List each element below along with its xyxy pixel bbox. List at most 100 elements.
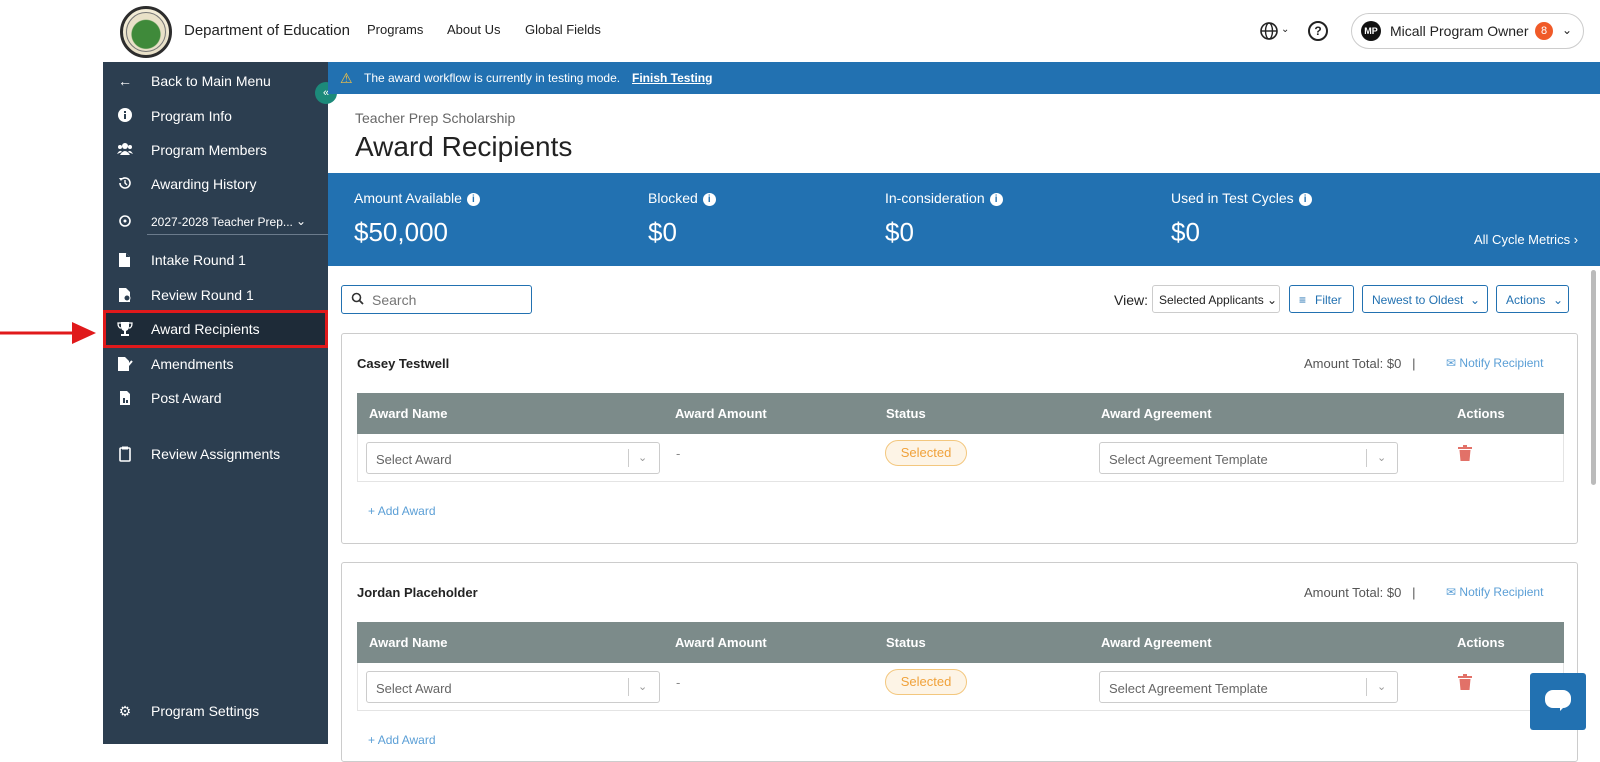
users-icon <box>117 142 133 158</box>
sidebar-item-amendments[interactable]: Amendments <box>103 347 328 381</box>
info-icon[interactable]: i <box>989 193 1003 206</box>
notify-recipient-button[interactable]: ✉ Notify Recipient <box>1446 356 1543 370</box>
sidebar-item-post-award[interactable]: Post Award <box>103 381 328 415</box>
column-header: Status <box>886 406 926 421</box>
nav-global-fields[interactable]: Global Fields <box>525 22 601 37</box>
info-icon[interactable]: i <box>466 193 480 206</box>
nav-about-us[interactable]: About Us <box>447 22 500 37</box>
metric-label-in-consideration: In-consideration i <box>885 190 1003 206</box>
view-select[interactable]: Selected Applicants ⌄ <box>1152 285 1280 313</box>
notification-badge[interactable]: 8 <box>1535 22 1553 40</box>
clipboard-icon <box>117 446 133 462</box>
table-row: Select Award ⌄ - Selected Select Agreemen… <box>357 663 1564 711</box>
help-icon[interactable]: ? <box>1308 21 1328 41</box>
sidebar-item-program-members[interactable]: Program Members <box>103 133 328 167</box>
info-icon[interactable]: i <box>702 193 716 206</box>
table-header: Award Name Award Amount Status Award Agr… <box>357 622 1564 663</box>
nav-programs[interactable]: Programs <box>367 22 423 37</box>
column-header: Award Agreement <box>1101 406 1212 421</box>
history-icon <box>117 176 133 192</box>
sidebar-item-review-round[interactable]: Review Round 1 <box>103 278 328 312</box>
chevron-down-icon: ⌄ <box>638 452 648 464</box>
select-award-dropdown[interactable]: Select Award ⌄ <box>366 671 660 703</box>
sidebar-item-label: Amendments <box>151 356 234 372</box>
envelope-icon: ✉ <box>1446 356 1457 370</box>
metric-value-amount-available: $50,000 <box>354 217 448 247</box>
chevron-down-icon: ⌄ <box>296 214 307 228</box>
sidebar-item-award-recipients[interactable]: Award Recipients <box>103 310 328 348</box>
sidebar-item-intake-round[interactable]: Intake Round 1 <box>103 243 328 277</box>
add-award-button[interactable]: + Add Award <box>368 733 436 747</box>
chat-button[interactable] <box>1530 673 1586 730</box>
scrollbar[interactable] <box>1591 270 1596 485</box>
department-seal-logo[interactable] <box>120 6 172 58</box>
sidebar-item-label: Award Recipients <box>151 321 260 337</box>
arrow-left-icon: ← <box>118 73 132 89</box>
sidebar-item-label: Program Members <box>151 142 267 158</box>
org-name[interactable]: Department of Education <box>184 22 350 39</box>
plus-icon: + <box>368 733 376 747</box>
finish-testing-link[interactable]: Finish Testing <box>632 71 712 85</box>
metric-value-in-consideration: $0 <box>885 217 914 247</box>
amount-total: Amount Total: $0 | <box>1304 356 1416 371</box>
notify-recipient-button[interactable]: ✉ Notify Recipient <box>1446 585 1543 599</box>
search-field[interactable] <box>341 285 532 314</box>
chevron-down-icon[interactable]: ⌄ <box>1281 24 1289 35</box>
post-award-icon <box>117 390 133 406</box>
filter-icon: ≡ <box>1299 293 1307 307</box>
metric-label-used-in-test-cycles: Used in Test Cycles i <box>1171 190 1312 206</box>
search-input[interactable] <box>372 290 522 310</box>
chevron-down-icon: ⌄ <box>638 681 648 693</box>
cycle-icon <box>117 214 133 230</box>
column-header: Award Amount <box>675 635 767 650</box>
sidebar-item-awarding-history[interactable]: Awarding History <box>103 167 328 201</box>
trash-icon[interactable] <box>1458 674 1472 690</box>
sidebar-item-label: Intake Round 1 <box>151 252 246 268</box>
all-cycle-metrics-link[interactable]: All Cycle Metrics › <box>1474 232 1578 247</box>
select-award-dropdown[interactable]: Select Award ⌄ <box>366 442 660 474</box>
select-agreement-dropdown[interactable]: Select Agreement Template ⌄ <box>1099 671 1398 703</box>
sidebar-item-back[interactable]: ← Back to Main Menu <box>103 64 328 98</box>
user-menu[interactable]: MP Micall Program Owner 8 ⌄ <box>1351 13 1584 49</box>
breadcrumb[interactable]: Teacher Prep Scholarship <box>355 110 515 126</box>
globe-icon[interactable] <box>1259 21 1279 41</box>
filter-button[interactable]: ≡ Filter <box>1289 285 1354 313</box>
metric-value-used-in-test-cycles: $0 <box>1171 217 1200 247</box>
select-agreement-dropdown[interactable]: Select Agreement Template ⌄ <box>1099 442 1398 474</box>
metric-label-blocked: Blocked i <box>648 190 716 206</box>
trash-icon[interactable] <box>1458 445 1472 461</box>
amendments-icon <box>117 356 133 372</box>
chevron-right-icon: › <box>1573 232 1579 247</box>
page-title: Award Recipients <box>355 131 573 162</box>
sidebar-item-label: 2027-2028 Teacher Prep... <box>151 215 293 229</box>
status-badge: Selected <box>885 440 967 466</box>
column-header: Award Name <box>369 635 448 650</box>
user-name: Micall Program Owner <box>1390 23 1529 39</box>
recipient-card: Jordan Placeholder Amount Total: $0 | ✉ … <box>341 562 1578 762</box>
info-icon <box>117 108 133 124</box>
chevron-down-icon[interactable]: ⌄ <box>1562 23 1572 37</box>
add-award-button[interactable]: + Add Award <box>368 504 436 518</box>
chevron-down-icon: ⌄ <box>1377 452 1387 464</box>
column-header: Award Name <box>369 406 448 421</box>
top-header: Department of Education Programs About U… <box>0 0 1600 62</box>
sidebar-item-label: Back to Main Menu <box>151 73 271 89</box>
plus-icon: + <box>368 504 376 518</box>
info-icon[interactable]: i <box>1298 193 1312 206</box>
warning-icon: ⚠ <box>340 70 353 86</box>
award-amount: - <box>676 675 681 690</box>
sidebar-item-program-info[interactable]: Program Info <box>103 99 328 133</box>
sidebar-item-review-assignments[interactable]: Review Assignments <box>103 437 328 471</box>
actions-button[interactable]: Actions ⌄ <box>1496 285 1569 313</box>
sort-button[interactable]: Newest to Oldest ⌄ <box>1362 285 1488 313</box>
chevron-down-icon: ⌄ <box>1553 293 1564 307</box>
metric-label-amount-available: Amount Available i <box>354 190 480 206</box>
sidebar-item-program-settings[interactable]: ⚙ Program Settings <box>103 694 328 728</box>
sidebar-item-label: Awarding History <box>151 176 257 192</box>
search-icon <box>351 292 364 305</box>
recipient-card: Casey Testwell Amount Total: $0 | ✉ Noti… <box>341 333 1578 544</box>
gear-icon: ⚙ <box>118 703 132 719</box>
chat-icon <box>1545 690 1571 708</box>
chevron-down-icon: ⌄ <box>1470 293 1481 307</box>
sidebar-item-label: Program Settings <box>151 703 260 719</box>
